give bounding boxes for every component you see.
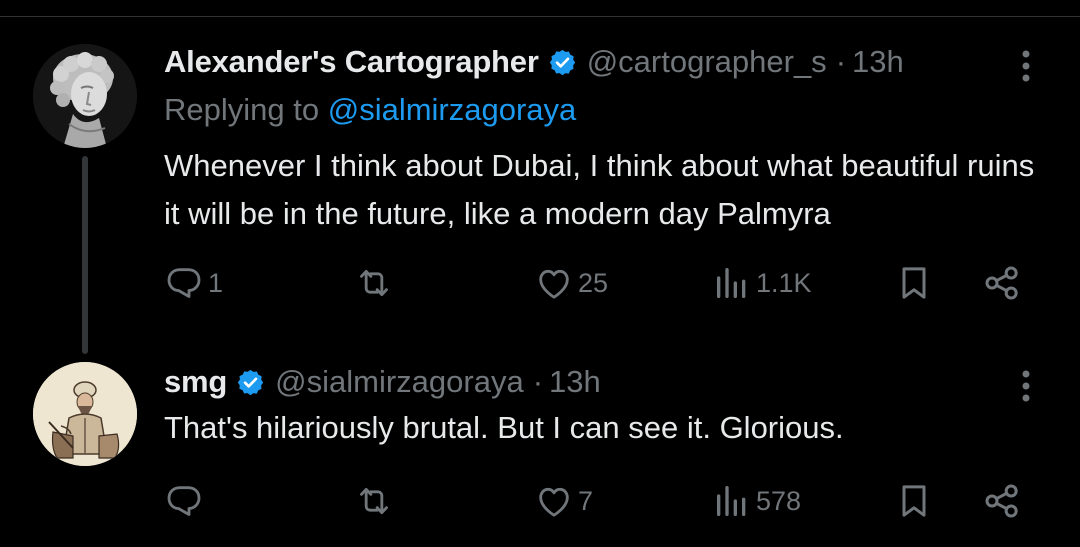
- tweet-text: Whenever I think about Dubai, I think ab…: [164, 148, 1035, 231]
- more-vertical-icon[interactable]: [1016, 364, 1036, 408]
- display-name[interactable]: Alexander's Cartographer: [164, 44, 539, 80]
- views-icon: [712, 263, 752, 303]
- verified-badge-icon: [236, 368, 265, 397]
- verified-badge-icon: [548, 48, 577, 77]
- tweet-actions: 7 578: [164, 476, 1034, 526]
- like-button[interactable]: 7: [534, 476, 593, 526]
- reply-icon: [164, 481, 204, 521]
- bookmark-button[interactable]: [894, 476, 934, 526]
- retweet-button[interactable]: [354, 258, 398, 308]
- display-name[interactable]: smg: [164, 364, 227, 400]
- share-icon: [982, 481, 1022, 521]
- handle[interactable]: @sialmirzagoraya: [275, 364, 524, 400]
- like-button[interactable]: 25: [534, 258, 608, 308]
- avatar[interactable]: [33, 44, 137, 148]
- timestamp[interactable]: 13h: [549, 364, 601, 400]
- avatar[interactable]: [33, 362, 137, 466]
- views-button[interactable]: 1.1K: [712, 258, 812, 308]
- heart-icon: [534, 263, 574, 303]
- handle[interactable]: @cartographer_s: [587, 44, 827, 80]
- share-icon: [982, 263, 1022, 303]
- share-button[interactable]: [982, 476, 1022, 526]
- retweet-icon: [354, 481, 394, 521]
- retweet-icon: [354, 263, 394, 303]
- separator-dot: ·: [532, 364, 544, 399]
- view-count: 1.1K: [756, 267, 812, 298]
- share-button[interactable]: [982, 258, 1022, 308]
- thread-connector-line: [82, 156, 88, 354]
- tweet-header: smg @sialmirzagoraya · 13h: [164, 360, 601, 404]
- timestamp[interactable]: 13h: [852, 44, 904, 80]
- top-divider: [0, 16, 1080, 17]
- reply-button[interactable]: 1: [164, 258, 223, 308]
- replying-to-line: Replying to @sialmirzagoraya: [164, 92, 576, 128]
- like-count: 25: [578, 267, 609, 298]
- retweet-button[interactable]: [354, 476, 398, 526]
- replying-prefix: Replying to: [164, 92, 320, 127]
- reply-count: 1: [208, 267, 224, 298]
- bookmark-icon: [894, 481, 934, 521]
- reply-icon: [164, 263, 204, 303]
- reply-button[interactable]: [164, 476, 208, 526]
- views-icon: [712, 481, 752, 521]
- bookmark-button[interactable]: [894, 258, 934, 308]
- view-count: 578: [756, 485, 802, 516]
- heart-icon: [534, 481, 574, 521]
- more-vertical-icon[interactable]: [1016, 44, 1036, 88]
- bookmark-icon: [894, 263, 934, 303]
- tweet-text: That's hilariously brutal. But I can see…: [164, 410, 844, 445]
- separator-dot: ·: [835, 44, 847, 79]
- tweet-header: Alexander's Cartographer @cartographer_s…: [164, 40, 904, 84]
- tweet-actions: 1 25 1.1K: [164, 258, 1034, 308]
- replying-to-mention[interactable]: @sialmirzagoraya: [328, 92, 577, 127]
- views-button[interactable]: 578: [712, 476, 801, 526]
- like-count: 7: [578, 485, 594, 516]
